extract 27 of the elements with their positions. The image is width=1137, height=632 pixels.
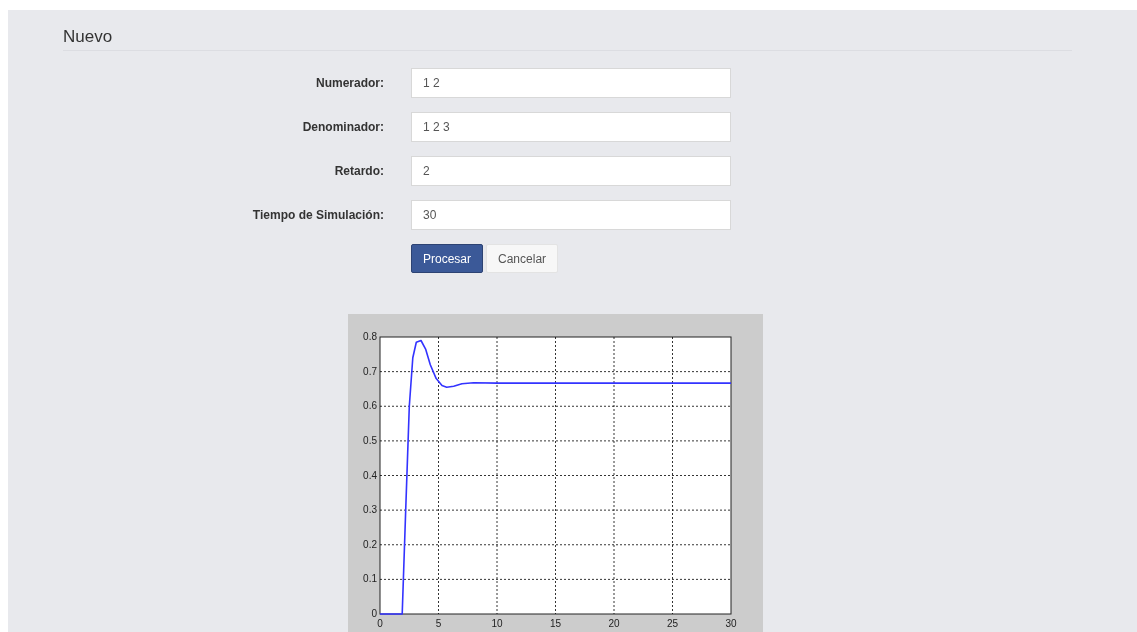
y-tick-label: 0.4 <box>363 469 377 481</box>
field-label: Tiempo de Simulación: <box>251 207 384 224</box>
x-tick-label: 20 <box>608 618 620 629</box>
y-tick-label: 0.5 <box>363 434 377 446</box>
y-tick-label: 0.3 <box>363 504 377 516</box>
field-label: Numerador: <box>315 75 384 92</box>
input-field[interactable]: 30 <box>411 200 731 230</box>
input-field[interactable]: 1 2 <box>411 68 731 98</box>
x-tick-label: 0 <box>377 618 383 629</box>
y-tick-label: 0.2 <box>363 538 377 550</box>
y-tick-label: 0.6 <box>363 400 377 412</box>
y-tick-label: 0.8 <box>363 331 377 342</box>
x-tick-label: 30 <box>725 618 737 629</box>
x-tick-label: 10 <box>491 618 503 629</box>
y-tick-label: 0.7 <box>363 365 377 377</box>
process-button[interactable]: Procesar <box>411 244 484 273</box>
x-tick-label: 15 <box>549 618 562 629</box>
y-tick-label: 0 <box>371 608 377 619</box>
field-label: Retardo: <box>333 163 384 180</box>
field-label: Denominador: <box>301 119 384 136</box>
input-field[interactable]: 2 <box>411 156 731 186</box>
y-tick-label: 0.1 <box>363 573 377 585</box>
x-tick-label: 5 <box>435 618 442 629</box>
section-title: Nuevo <box>63 27 114 47</box>
x-tick-label: 25 <box>666 618 679 629</box>
input-field[interactable]: 1 2 3 <box>411 112 731 142</box>
cancel-button[interactable]: Cancelar <box>486 244 559 273</box>
